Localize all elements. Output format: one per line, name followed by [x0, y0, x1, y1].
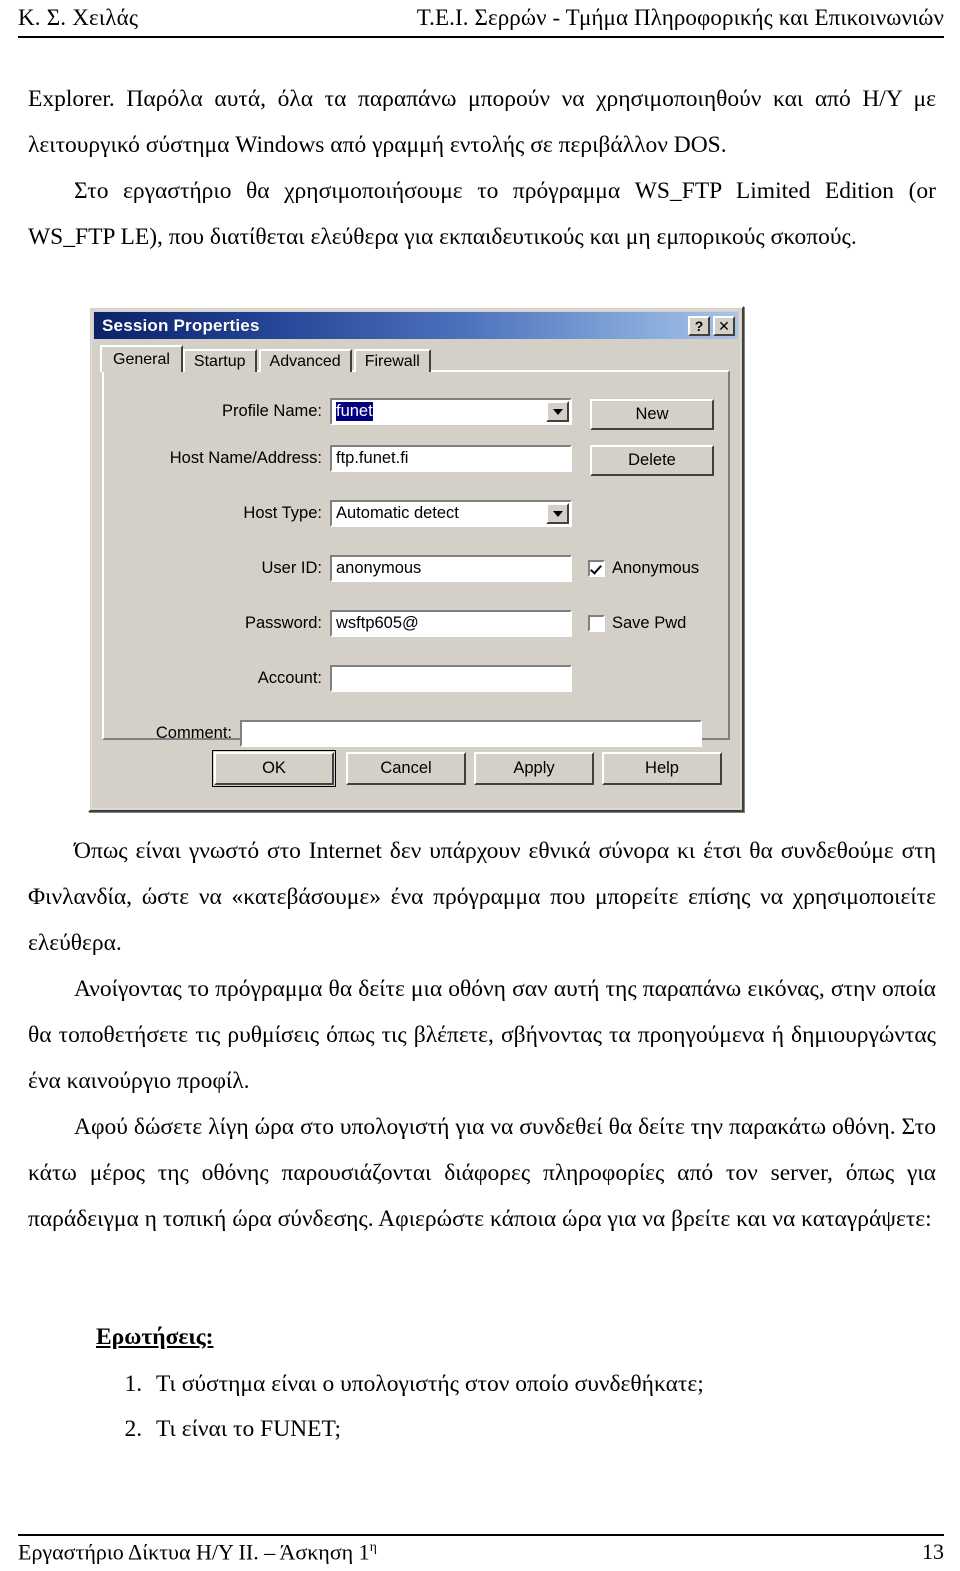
- field-comment: Comment:: [122, 720, 722, 747]
- list-item: Τι σύστημα είναι ο υπολογιστής στον οποί…: [148, 1362, 936, 1407]
- tab-general[interactable]: General: [100, 345, 183, 372]
- footer-title-text: Εργαστήριο Δίκτυα Η/Υ ΙΙ. – Άσκηση 1: [18, 1539, 370, 1565]
- field-host-type: Host Type: Automatic detect: [122, 500, 572, 527]
- user-id-label: User ID:: [261, 559, 322, 577]
- account-label: Account:: [257, 669, 322, 687]
- host-type-value[interactable]: Automatic detect: [332, 502, 545, 525]
- close-icon[interactable]: ✕: [713, 315, 735, 336]
- field-host-name: Host Name/Address: ftp.funet.fi: [122, 445, 572, 472]
- help-icon[interactable]: ?: [688, 315, 710, 336]
- user-id-input[interactable]: anonymous: [330, 555, 572, 582]
- profile-name-value[interactable]: funet: [332, 400, 545, 423]
- general-tab-panel: Profile Name: funet New Host Name/Addres…: [102, 370, 730, 747]
- dialog-tabs[interactable]: General Startup Advanced Firewall: [100, 345, 433, 372]
- cancel-button[interactable]: Cancel: [346, 752, 466, 785]
- chevron-down-icon[interactable]: [546, 503, 569, 524]
- anonymous-checkbox[interactable]: [588, 560, 605, 577]
- titlebar-buttons: ? ✕: [688, 315, 735, 336]
- profile-name-combo[interactable]: funet: [330, 398, 572, 425]
- page-footer: Εργαστήριο Δίκτυα Η/Υ ΙΙ. – Άσκηση 1η 13: [18, 1534, 944, 1565]
- paragraph-3: Όπως είναι γνωστό στο Internet δεν υπάρχ…: [28, 838, 936, 956]
- password-input[interactable]: wsftp605@: [330, 610, 572, 637]
- field-profile-name: Profile Name: funet: [122, 398, 572, 425]
- chevron-down-icon[interactable]: [546, 401, 569, 422]
- host-type-combo[interactable]: Automatic detect: [330, 500, 572, 527]
- anonymous-label: Anonymous: [612, 559, 700, 577]
- questions-section: Ερωτήσεις: Τι σύστημα είναι ο υπολογιστή…: [96, 1318, 936, 1452]
- document-body-lower: Όπως είναι γνωστό στο Internet δεν υπάρχ…: [28, 828, 936, 1242]
- paragraph-1: Explorer. Παρόλα αυτά, όλα τα παραπάνω μ…: [28, 86, 936, 158]
- document-body: Explorer. Παρόλα αυτά, όλα τα παραπάνω μ…: [28, 76, 936, 260]
- apply-button[interactable]: Apply: [474, 752, 594, 785]
- save-pwd-checkbox-row[interactable]: Save Pwd: [588, 614, 686, 633]
- session-properties-dialog[interactable]: Session Properties ? ✕ General Startup A…: [88, 306, 744, 812]
- save-pwd-label: Save Pwd: [612, 614, 687, 632]
- header-author: Κ. Σ. Χειλάς: [18, 5, 139, 30]
- field-password: Password: wsftp605@: [122, 610, 572, 637]
- comment-label: Comment:: [155, 724, 232, 742]
- tab-advanced[interactable]: Advanced: [258, 349, 352, 372]
- host-name-input[interactable]: ftp.funet.fi: [330, 445, 572, 472]
- paragraph-5: Αφού δώσετε λίγη ώρα στο υπολογιστή για …: [28, 1114, 936, 1232]
- anonymous-checkbox-row[interactable]: Anonymous: [588, 559, 699, 578]
- list-item: Τι είναι το FUNET;: [148, 1407, 936, 1452]
- page-number: 13: [922, 1539, 944, 1565]
- host-name-label: Host Name/Address:: [169, 449, 322, 467]
- comment-input[interactable]: [240, 720, 702, 747]
- dialog-button-bar: OK Cancel Apply Help: [102, 750, 730, 788]
- ok-button[interactable]: OK: [212, 750, 336, 787]
- tab-startup[interactable]: Startup: [182, 349, 257, 372]
- field-user-id: User ID: anonymous: [122, 555, 572, 582]
- footer-title: Εργαστήριο Δίκτυα Η/Υ ΙΙ. – Άσκηση 1η: [18, 1539, 377, 1565]
- dialog-title: Session Properties: [102, 315, 260, 335]
- header-institution: Τ.Ε.Ι. Σερρών - Τμήμα Πληροφορικής και Ε…: [416, 5, 944, 30]
- profile-name-selected-text: funet: [336, 402, 373, 421]
- delete-button[interactable]: Delete: [590, 445, 714, 476]
- page-header: Κ. Σ. Χειλάς Τ.Ε.Ι. Σερρών - Τμήμα Πληρο…: [18, 4, 944, 38]
- paragraph-4: Ανοίγοντας το πρόγραμμα θα δείτε μια οθό…: [28, 976, 936, 1094]
- help-button[interactable]: Help: [602, 752, 722, 785]
- dialog-titlebar[interactable]: Session Properties ? ✕: [94, 312, 738, 339]
- save-pwd-checkbox[interactable]: [588, 615, 605, 632]
- questions-list: Τι σύστημα είναι ο υπολογιστής στον οποί…: [96, 1362, 936, 1452]
- footer-title-superscript: η: [369, 1539, 377, 1554]
- tab-firewall[interactable]: Firewall: [353, 349, 431, 372]
- account-input[interactable]: [330, 665, 572, 692]
- password-label: Password:: [244, 614, 322, 632]
- profile-name-label: Profile Name:: [222, 402, 322, 420]
- questions-heading: Ερωτήσεις:: [96, 1324, 214, 1350]
- paragraph-2: Στο εργαστήριο θα χρησιμοποιήσουμε το πρ…: [28, 178, 936, 250]
- host-type-label: Host Type:: [243, 504, 322, 522]
- new-button[interactable]: New: [590, 399, 714, 430]
- field-account: Account:: [122, 665, 572, 692]
